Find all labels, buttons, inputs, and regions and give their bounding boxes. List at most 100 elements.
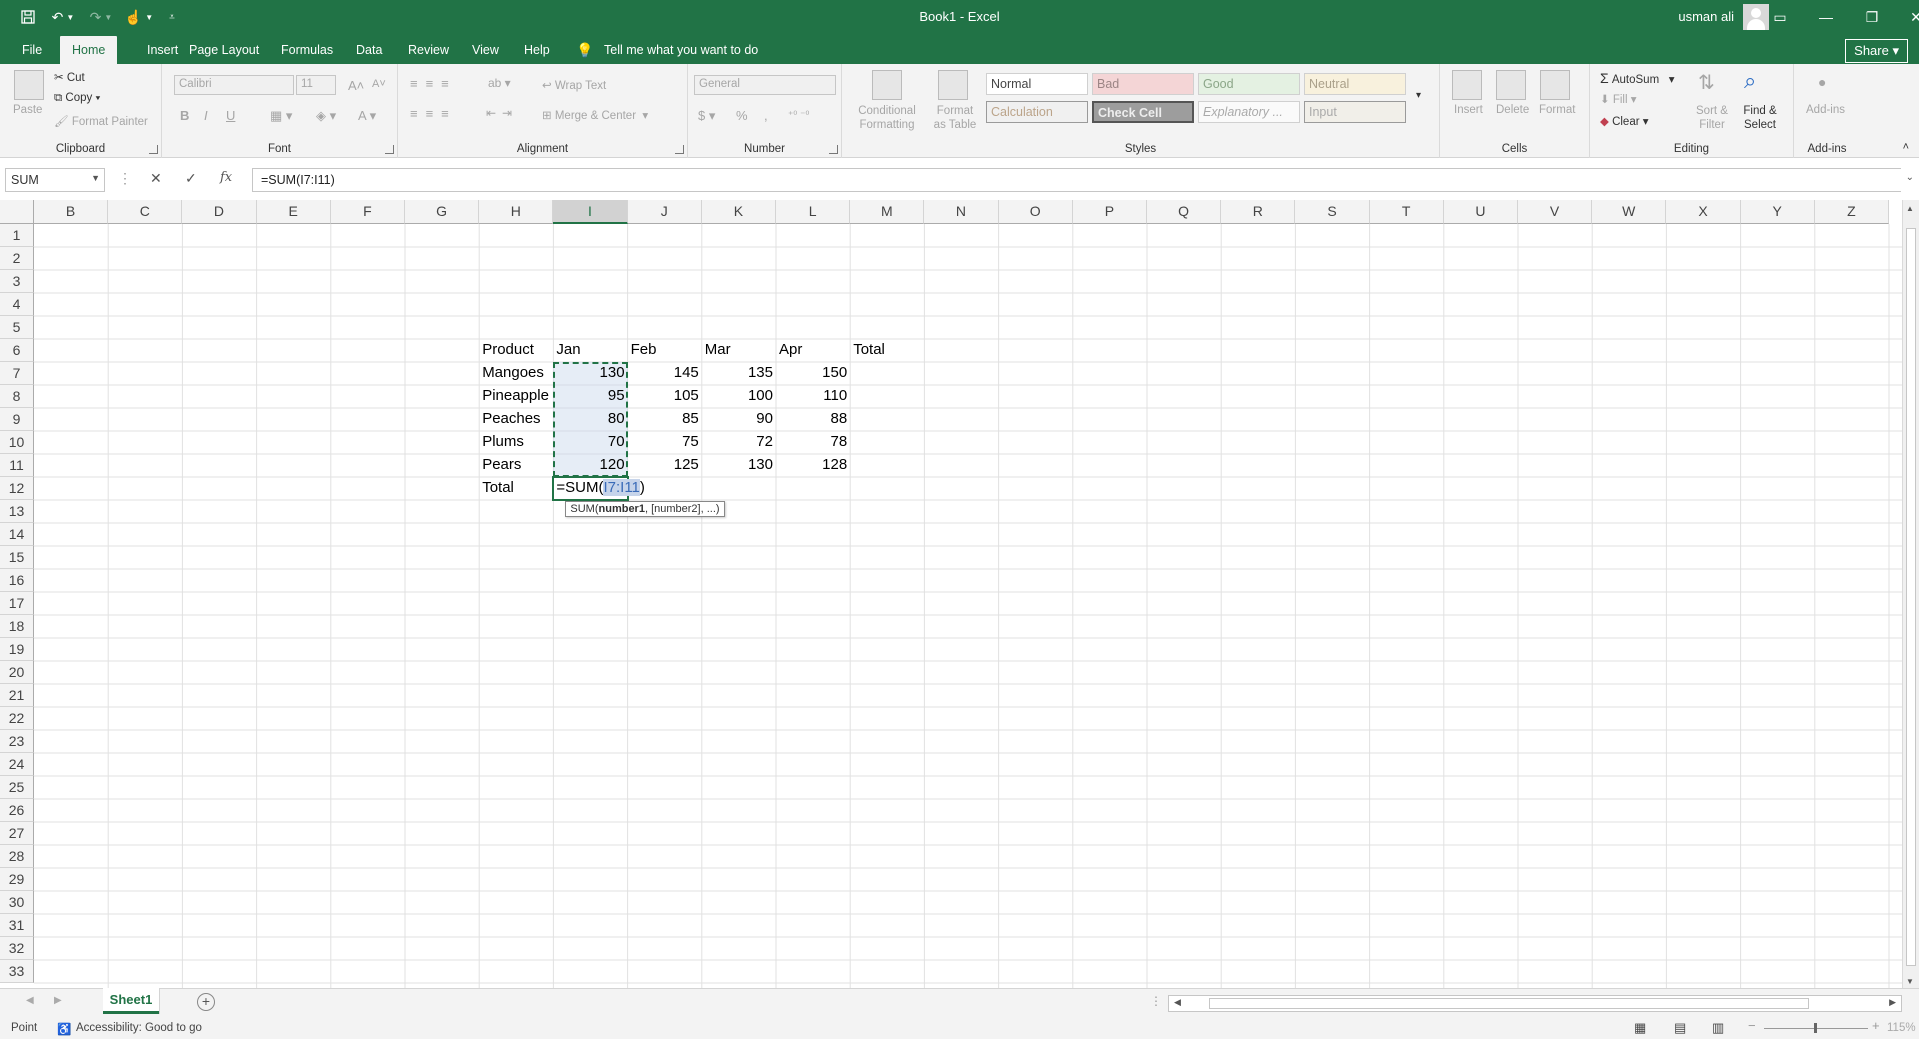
style-good[interactable]: Good bbox=[1198, 73, 1300, 95]
header-apr[interactable]: Apr bbox=[776, 339, 850, 362]
user-name[interactable]: usman ali bbox=[1678, 9, 1734, 24]
currency-button[interactable]: $ ▾ bbox=[698, 108, 715, 124]
borders-icon[interactable]: ▦ ▾ bbox=[270, 108, 292, 124]
style-input[interactable]: Input bbox=[1304, 101, 1406, 123]
style-explanatory[interactable]: Explanatory ... bbox=[1198, 101, 1300, 123]
percent-button[interactable]: % bbox=[736, 108, 748, 123]
horizontal-align-icons[interactable]: ≡≡≡ bbox=[410, 106, 457, 121]
value-cell[interactable]: 135 bbox=[702, 362, 776, 385]
font-launcher-icon[interactable] bbox=[385, 145, 394, 154]
number-format-combo[interactable]: General bbox=[694, 75, 836, 95]
share-button[interactable]: Share ▾ bbox=[1845, 39, 1908, 63]
product-cell[interactable]: Peaches bbox=[479, 408, 563, 431]
clipboard-launcher-icon[interactable] bbox=[149, 145, 158, 154]
touch-mode-icon[interactable]: ☝ ▼ bbox=[122, 0, 156, 34]
header-feb[interactable]: Feb bbox=[628, 339, 702, 362]
alignment-launcher-icon[interactable] bbox=[675, 145, 684, 154]
tab-review[interactable]: Review bbox=[396, 36, 461, 64]
horizontal-scrollbar[interactable]: ◀ ▶ bbox=[1168, 995, 1902, 1012]
font-color-icon[interactable]: A ▾ bbox=[358, 108, 376, 124]
tell-me-search[interactable]: Tell me what you want to do bbox=[604, 36, 758, 64]
zoom-out-icon[interactable]: − bbox=[1748, 1018, 1756, 1033]
paste-button[interactable]: Paste bbox=[13, 104, 42, 116]
vertical-scrollbar[interactable]: ▲ ▼ bbox=[1902, 200, 1919, 988]
autosum-button[interactable]: Σ AutoSum ▾ bbox=[1600, 70, 1675, 86]
value-cell[interactable]: 88 bbox=[776, 408, 850, 431]
style-bad[interactable]: Bad bbox=[1092, 73, 1194, 95]
shrink-font-icon[interactable]: A˅ bbox=[372, 78, 386, 90]
tab-page-layout[interactable]: Page Layout bbox=[177, 36, 271, 64]
minimize-button[interactable]: — bbox=[1803, 0, 1849, 34]
zoom-in-icon[interactable]: + bbox=[1872, 1018, 1880, 1033]
product-cell[interactable]: Pineapple bbox=[479, 385, 563, 408]
insert-cells-button[interactable]: Insert bbox=[1454, 104, 1483, 116]
horizontal-scroll-thumb[interactable] bbox=[1209, 998, 1809, 1009]
comma-button[interactable]: , bbox=[764, 108, 768, 123]
delete-cells-button[interactable]: Delete bbox=[1496, 104, 1529, 116]
value-cell[interactable]: 145 bbox=[628, 362, 702, 385]
accessibility-status[interactable]: Accessibility: Good to go bbox=[76, 1022, 202, 1034]
save-icon[interactable] bbox=[16, 0, 40, 34]
value-cell[interactable]: 70 bbox=[553, 431, 627, 454]
clear-button[interactable]: ◆ Clear ▾ bbox=[1600, 114, 1649, 128]
scroll-left-icon[interactable]: ◀ bbox=[1174, 997, 1181, 1008]
cancel-entry-button[interactable]: ✕ bbox=[150, 170, 162, 187]
conditional-formatting-button[interactable]: Conditional Formatting bbox=[852, 104, 922, 132]
redo-icon[interactable]: ↷ ▼ bbox=[86, 0, 116, 34]
format-painter-button[interactable]: 🖌 Format Painter bbox=[54, 114, 148, 128]
zoom-slider[interactable] bbox=[1764, 1023, 1868, 1033]
format-cells-button[interactable]: Format bbox=[1539, 104, 1575, 116]
sort-filter-button[interactable]: Sort & Filter bbox=[1694, 104, 1730, 132]
style-normal[interactable]: Normal bbox=[986, 73, 1088, 95]
customize-qat-icon[interactable]: ⩡ bbox=[164, 0, 180, 34]
value-cell[interactable]: 75 bbox=[628, 431, 702, 454]
vertical-align-icons[interactable]: ≡≡≡ bbox=[410, 76, 457, 91]
addins-button[interactable]: Add-ins bbox=[1806, 104, 1845, 116]
active-cell-I12[interactable]: =SUM(I7:I11) bbox=[552, 476, 645, 501]
tab-splitter-icon[interactable]: ⋮ bbox=[1150, 994, 1162, 1008]
ribbon-display-icon[interactable]: ▭ bbox=[1757, 0, 1803, 34]
tab-help[interactable]: Help bbox=[512, 36, 562, 64]
worksheet-grid[interactable]: BCDEFGHIJKLMNOPQRSTUVWXYZ 1 2 3 4 5 6 7 8 9 10 11 1… bbox=[0, 200, 1919, 988]
value-cell[interactable]: 95 bbox=[553, 385, 627, 408]
cut-button[interactable]: ✂ Cut bbox=[54, 70, 85, 84]
next-sheet-icon[interactable]: ▶ bbox=[54, 995, 62, 1006]
italic-button[interactable]: I bbox=[204, 108, 208, 123]
scroll-up-icon[interactable]: ▲ bbox=[1906, 204, 1914, 213]
find-select-button[interactable]: Find & Select bbox=[1738, 104, 1782, 132]
name-box-dropdown-icon[interactable]: ▼ bbox=[91, 173, 100, 183]
decimal-icons[interactable]: ⁺⁰ ⁻⁰ bbox=[788, 110, 809, 121]
product-cell[interactable]: Pears bbox=[479, 454, 563, 477]
value-cell[interactable]: 72 bbox=[702, 431, 776, 454]
product-cell[interactable]: Plums bbox=[479, 431, 563, 454]
tab-file[interactable]: File bbox=[10, 36, 54, 64]
tab-data[interactable]: Data bbox=[344, 36, 394, 64]
normal-view-icon[interactable]: ▦ bbox=[1634, 1020, 1646, 1036]
page-break-view-icon[interactable]: ▥ bbox=[1712, 1020, 1724, 1036]
product-cell[interactable]: Mangoes bbox=[479, 362, 563, 385]
enter-button[interactable]: ✓ bbox=[185, 170, 197, 187]
scroll-right-icon[interactable]: ▶ bbox=[1889, 997, 1896, 1008]
bold-button[interactable]: B bbox=[180, 108, 189, 123]
value-cell[interactable]: 78 bbox=[776, 431, 850, 454]
copy-button[interactable]: ⧉ Copy ▾ bbox=[54, 92, 100, 105]
value-cell[interactable]: 80 bbox=[553, 408, 627, 431]
wrap-text-button[interactable]: ↩ Wrap Text bbox=[542, 78, 606, 92]
value-cell[interactable]: 150 bbox=[776, 362, 850, 385]
insert-function-button[interactable]: fx bbox=[220, 170, 232, 185]
name-box[interactable]: SUM ▼ bbox=[5, 168, 105, 192]
add-sheet-button[interactable]: + bbox=[197, 993, 215, 1011]
orientation-icon[interactable]: ab ▾ bbox=[488, 76, 511, 90]
font-name-combo[interactable]: Calibri bbox=[174, 75, 294, 95]
header-mar[interactable]: Mar bbox=[702, 339, 776, 362]
merge-center-button[interactable]: ⊞ Merge & Center ▾ bbox=[542, 108, 648, 122]
format-as-table-button[interactable]: Format as Table bbox=[930, 104, 980, 132]
value-cell[interactable]: 128 bbox=[776, 454, 850, 477]
tab-home[interactable]: Home bbox=[60, 36, 118, 64]
value-cell[interactable]: 110 bbox=[776, 385, 850, 408]
grow-font-icon[interactable]: A˄ bbox=[348, 78, 364, 93]
underline-button[interactable]: U bbox=[226, 108, 235, 123]
fill-button[interactable]: ⬇ Fill ▾ bbox=[1600, 92, 1637, 106]
header-total[interactable]: Total bbox=[850, 339, 924, 362]
style-neutral[interactable]: Neutral bbox=[1304, 73, 1406, 95]
